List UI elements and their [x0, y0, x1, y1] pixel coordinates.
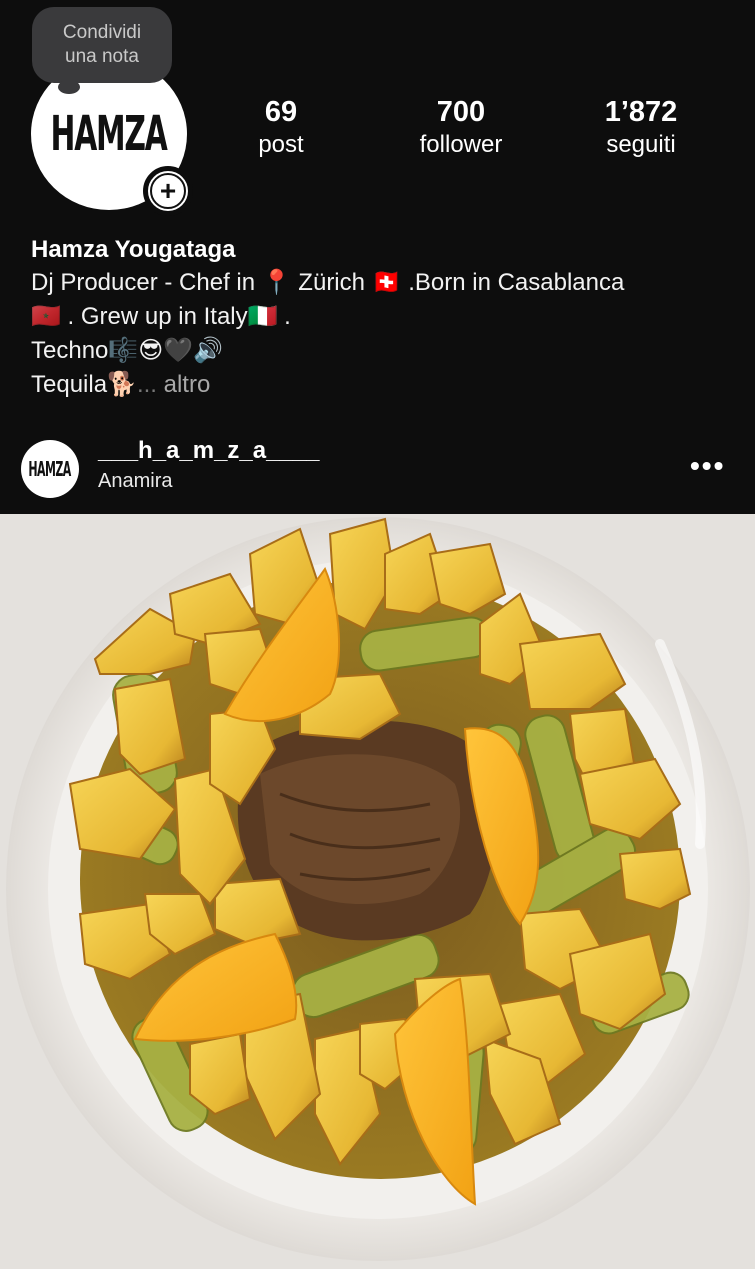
note-text-line2: una nota [65, 46, 139, 67]
profile-bio: Hamza Yougataga Dj Producer - Chef in 📍 … [31, 234, 731, 402]
followers-count: 700 [436, 96, 486, 128]
posts-count: 69 [264, 96, 298, 128]
add-story-button[interactable]: + [143, 166, 193, 216]
posts-stat[interactable]: 69 post [206, 95, 356, 161]
post-author-avatar[interactable]: HAMZA [21, 440, 79, 498]
posts-label: post [258, 131, 304, 158]
note-bubble-tail [58, 80, 80, 94]
post-photo[interactable] [0, 514, 755, 1269]
followers-stat[interactable]: 700 follower [386, 95, 536, 161]
bio-line-4-text: Tequila🐕 [31, 371, 137, 398]
food-plate-image [0, 514, 755, 1269]
plus-icon: + [150, 173, 186, 209]
followers-label: follower [419, 131, 503, 158]
bio-line-1: Dj Producer - Chef in 📍 Zürich 🇨🇭 .Born … [31, 269, 625, 296]
bio-ellipsis: ... [136, 371, 157, 398]
following-count: 1’872 [604, 96, 678, 128]
profile-header: HAMZA + Condividi una nota 69 post 700 f… [0, 0, 755, 230]
bio-line-4: Tequila🐕... altro [31, 368, 731, 402]
following-label: seguiti [606, 131, 676, 158]
post-header: HAMZA ___h_a_m_z_a____ Anamira ••• [0, 428, 755, 514]
post-location[interactable]: Anamira [98, 468, 172, 494]
bio-line-2: 🇲🇦 . Grew up in Italy🇮🇹 . [31, 303, 291, 330]
bio-more-link[interactable]: altro [164, 371, 211, 398]
note-text-line1: Condividi [62, 22, 142, 43]
profile-name: Hamza Yougataga [31, 236, 236, 263]
post-avatar-logo: HAMZA [28, 457, 72, 481]
bio-line-3: Techno🎼😎🖤🔊 [31, 337, 224, 364]
following-stat[interactable]: 1’872 seguiti [566, 95, 716, 161]
more-horizontal-icon[interactable]: ••• [690, 450, 725, 482]
post-username[interactable]: ___h_a_m_z_a____ [98, 436, 320, 466]
share-note-bubble[interactable]: Condividi una nota [32, 7, 172, 83]
profile-stats: 69 post 700 follower 1’872 seguiti [0, 95, 755, 165]
